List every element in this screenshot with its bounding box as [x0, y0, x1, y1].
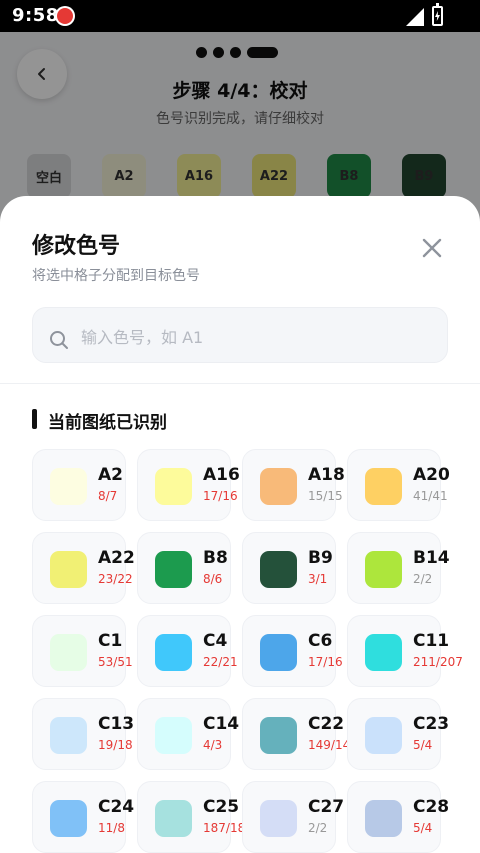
- color-count: 15/15: [308, 489, 343, 503]
- color-option[interactable]: A22 23/22: [32, 532, 135, 604]
- color-option[interactable]: A16 17/16: [137, 449, 240, 521]
- color-swatch: [50, 717, 87, 754]
- color-code: C28: [413, 797, 450, 817]
- color-option[interactable]: C13 19/18: [32, 698, 134, 770]
- color-count: 211/207: [413, 655, 463, 669]
- color-count: 11/8: [98, 821, 125, 835]
- color-code: C6: [308, 631, 333, 651]
- section-accent-bar: [32, 409, 37, 429]
- app-notification-icon: [55, 6, 75, 26]
- divider: [0, 383, 480, 384]
- color-option[interactable]: C11 211/207: [347, 615, 463, 687]
- color-code: C27: [308, 797, 345, 817]
- color-code: A22: [98, 548, 135, 568]
- color-code: A18: [308, 465, 345, 485]
- color-option[interactable]: C23 5/4: [347, 698, 449, 770]
- color-count: 53/51: [98, 655, 133, 669]
- color-option[interactable]: B9 3/1: [242, 532, 336, 604]
- signal-icon: [406, 8, 424, 26]
- color-swatch: [50, 800, 87, 837]
- color-count: 8/7: [98, 489, 118, 503]
- color-code: C1: [98, 631, 123, 651]
- color-code: C23: [413, 714, 450, 734]
- color-option[interactable]: C27 2/2: [242, 781, 344, 853]
- color-swatch: [50, 634, 87, 671]
- color-swatch: [260, 800, 297, 837]
- color-code: C22: [308, 714, 345, 734]
- search-icon: [50, 331, 68, 349]
- color-swatch: [50, 468, 87, 505]
- color-swatch: [155, 551, 192, 588]
- color-option[interactable]: C25 187/18: [137, 781, 245, 853]
- color-count: 17/16: [308, 655, 343, 669]
- color-option[interactable]: A2 8/7: [32, 449, 126, 521]
- color-code: C14: [203, 714, 240, 734]
- color-count: 23/22: [98, 572, 133, 586]
- color-count: 41/41: [413, 489, 448, 503]
- section-title: 当前图纸已识别: [48, 413, 167, 433]
- color-swatch: [365, 800, 402, 837]
- color-option[interactable]: B8 8/6: [137, 532, 231, 604]
- color-option[interactable]: C24 11/8: [32, 781, 134, 853]
- color-swatch: [365, 717, 402, 754]
- color-option[interactable]: C22 149/14: [242, 698, 350, 770]
- color-swatch: [365, 634, 402, 671]
- color-code: B8: [203, 548, 228, 568]
- color-option[interactable]: C6 17/16: [242, 615, 343, 687]
- color-code: C4: [203, 631, 228, 651]
- status-bar: 9:58: [0, 0, 480, 32]
- color-count: 187/18: [203, 821, 246, 835]
- color-count: 8/6: [203, 572, 223, 586]
- color-swatch: [260, 634, 297, 671]
- color-swatch: [365, 551, 402, 588]
- color-swatch: [50, 551, 87, 588]
- color-swatch: [155, 717, 192, 754]
- color-code: C11: [413, 631, 450, 651]
- battery-charging-icon: [432, 3, 443, 26]
- color-count: 17/16: [203, 489, 238, 503]
- color-count: 5/4: [413, 738, 433, 752]
- color-code: A16: [203, 465, 240, 485]
- color-count: 22/21: [203, 655, 238, 669]
- color-count: 2/2: [308, 821, 328, 835]
- status-time: 9:58: [12, 5, 59, 26]
- close-icon[interactable]: [418, 234, 446, 262]
- color-code: C25: [203, 797, 240, 817]
- color-swatch: [155, 468, 192, 505]
- edit-color-sheet: 修改色号 将选中格子分配到目标色号 输入色号，如 A1 当前图纸已识别 A2 8/…: [0, 196, 480, 853]
- color-code: A20: [413, 465, 450, 485]
- color-swatch: [260, 551, 297, 588]
- sheet-title: 修改色号: [32, 234, 121, 259]
- color-option[interactable]: A18 15/15: [242, 449, 345, 521]
- sheet-subtitle: 将选中格子分配到目标色号: [32, 268, 200, 284]
- color-count: 3/1: [308, 572, 328, 586]
- search-placeholder: 输入色号，如 A1: [81, 328, 204, 347]
- color-code: B9: [308, 548, 333, 568]
- color-swatch: [365, 468, 402, 505]
- color-count: 2/2: [413, 572, 433, 586]
- color-count: 5/4: [413, 821, 433, 835]
- color-option[interactable]: C28 5/4: [347, 781, 449, 853]
- color-option[interactable]: C14 4/3: [137, 698, 239, 770]
- color-option[interactable]: B14 2/2: [347, 532, 450, 604]
- color-count: 4/3: [203, 738, 223, 752]
- color-swatch: [260, 717, 297, 754]
- color-swatch: [260, 468, 297, 505]
- color-option[interactable]: A20 41/41: [347, 449, 450, 521]
- color-count: 19/18: [98, 738, 133, 752]
- color-code: A2: [98, 465, 123, 485]
- color-code: B14: [413, 548, 450, 568]
- color-code: C13: [98, 714, 135, 734]
- color-option[interactable]: C4 22/21: [137, 615, 238, 687]
- color-code: C24: [98, 797, 135, 817]
- color-option[interactable]: C1 53/51: [32, 615, 133, 687]
- color-swatch: [155, 800, 192, 837]
- color-swatch: [155, 634, 192, 671]
- search-input[interactable]: 输入色号，如 A1: [32, 307, 448, 363]
- color-count: 149/14: [308, 738, 351, 752]
